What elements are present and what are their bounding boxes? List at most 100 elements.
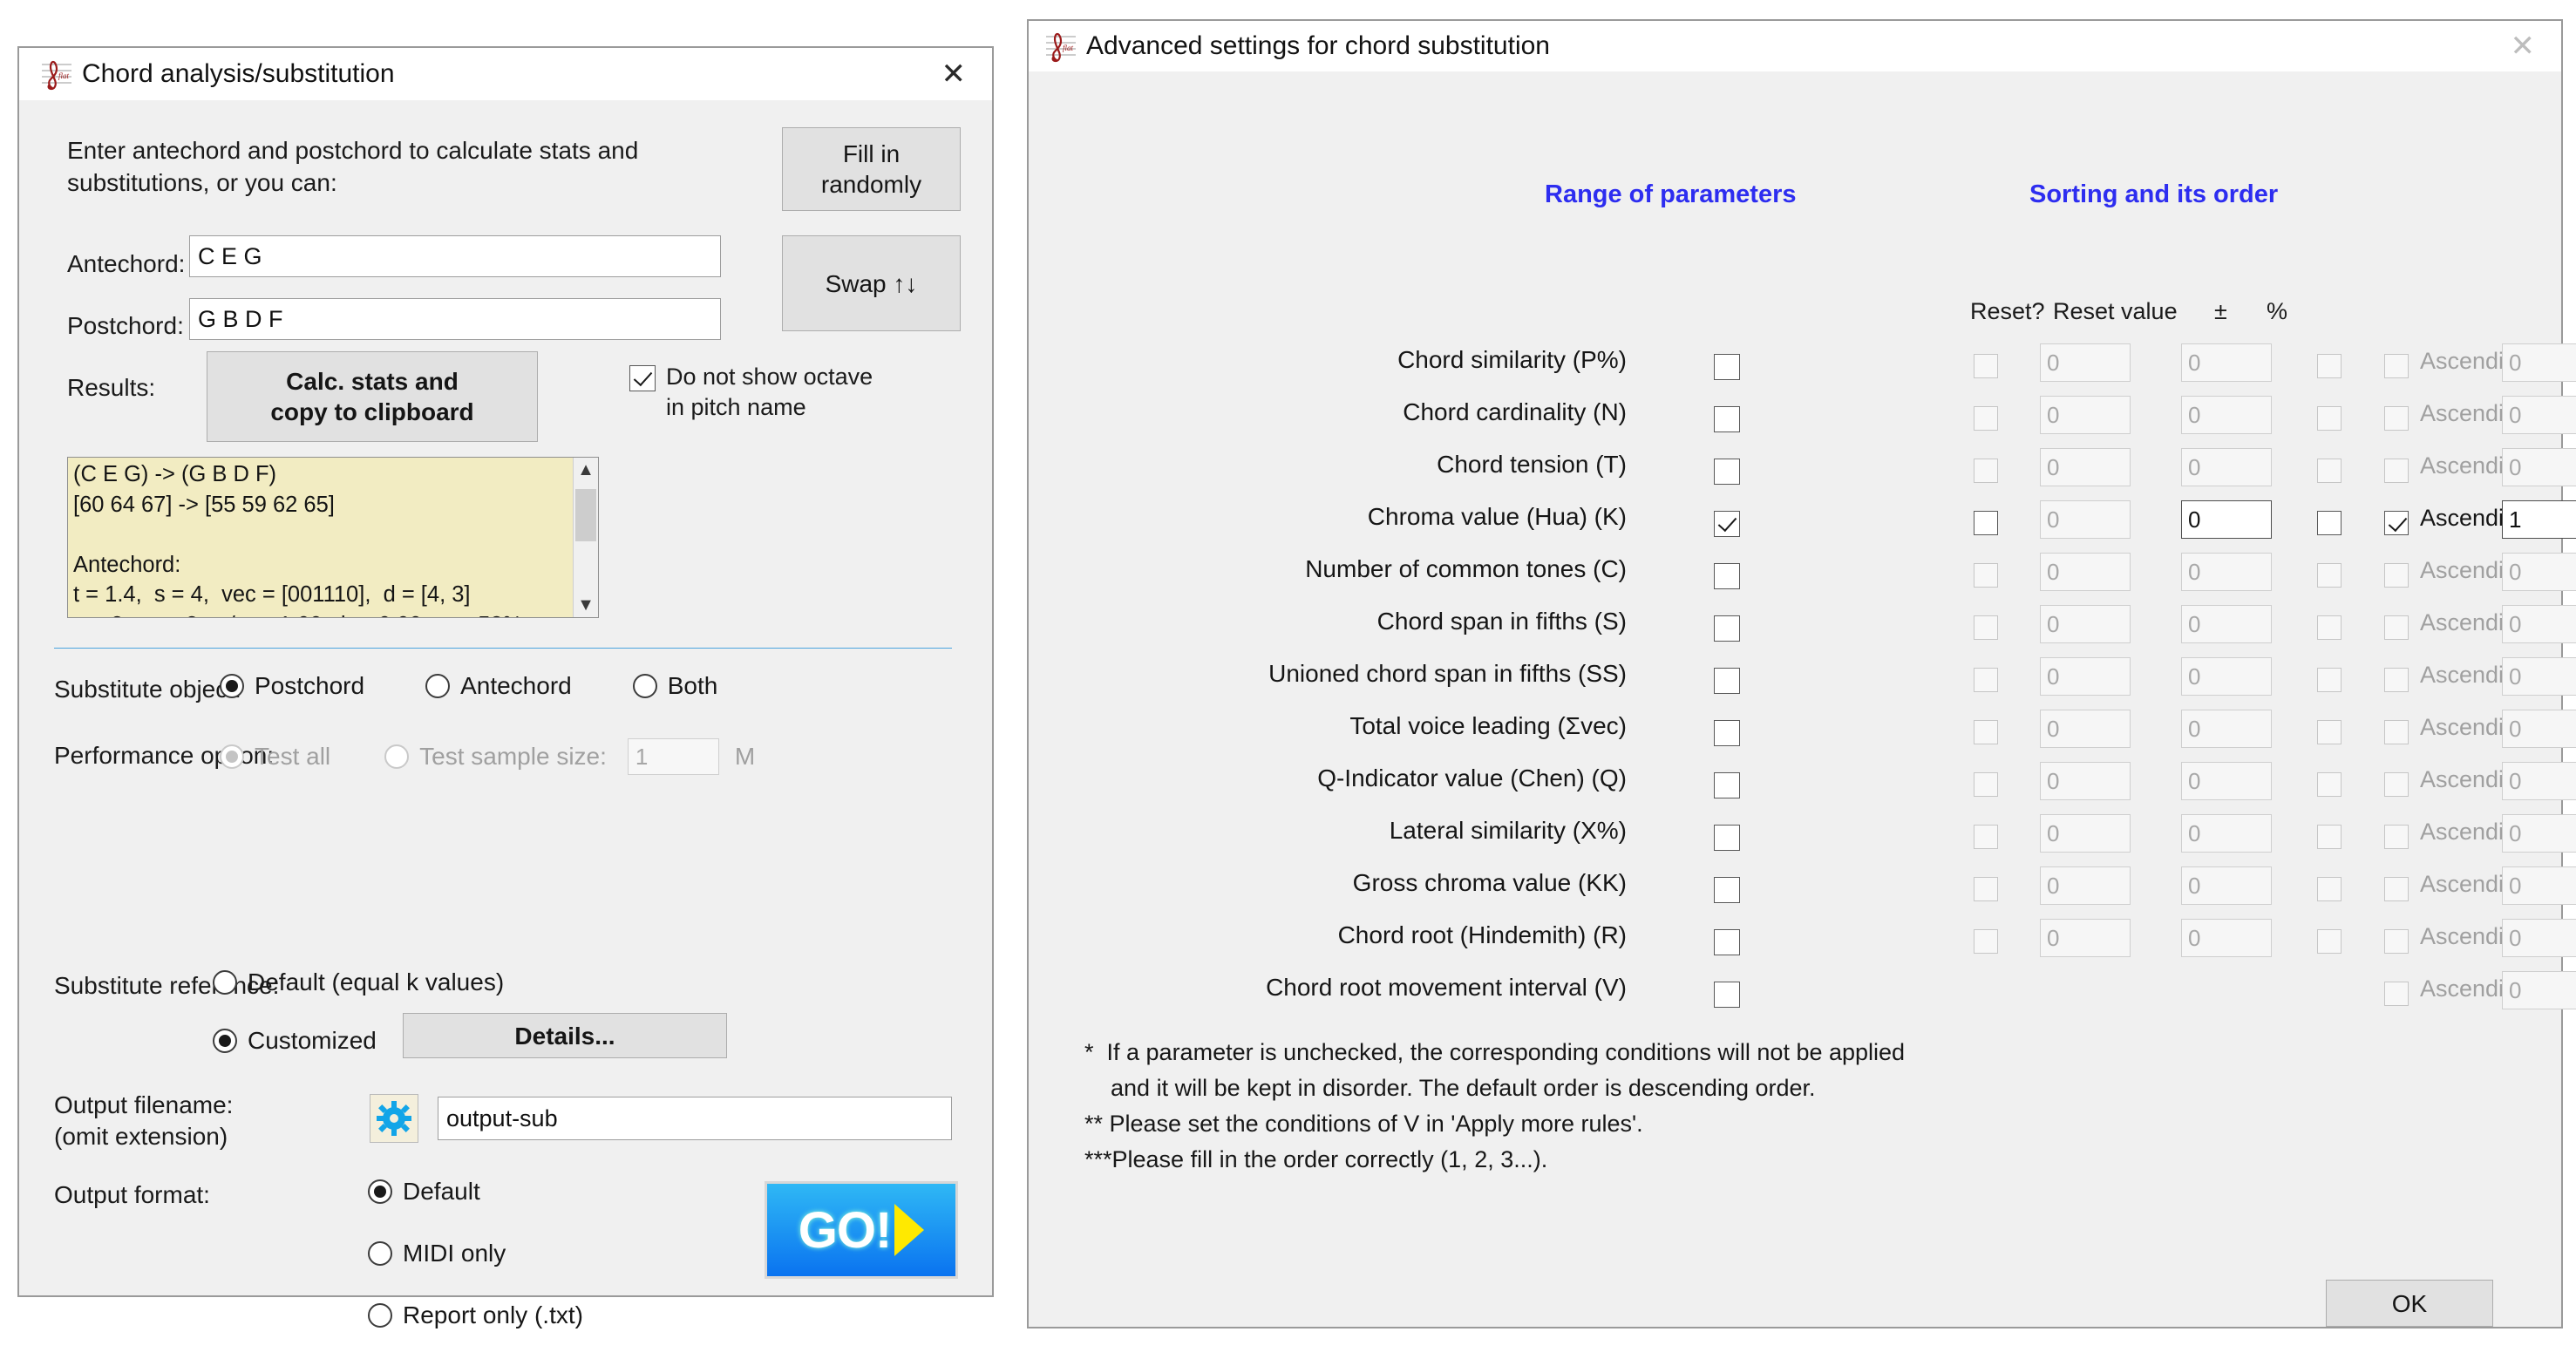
percent-checkbox[interactable]	[2317, 825, 2342, 849]
plus-minus-input[interactable]: 0	[2181, 762, 2272, 800]
radio-test-sample-size[interactable]: Test sample size:	[384, 743, 607, 771]
parameter-enable-checkbox[interactable]	[1714, 825, 1740, 851]
radio-format-midi-only[interactable]: MIDI only	[368, 1240, 506, 1267]
close-icon[interactable]: ✕	[2497, 31, 2550, 61]
percent-checkbox[interactable]	[2317, 720, 2342, 744]
radio-circle[interactable]	[633, 674, 657, 698]
order-input[interactable]: 0	[2502, 343, 2576, 382]
order-input[interactable]: 0	[2502, 762, 2576, 800]
results-textarea[interactable]: (C E G) -> (G B D F) [60 64 67] -> [55 5…	[67, 457, 599, 618]
ascending-checkbox[interactable]	[2384, 929, 2409, 954]
reset-checkbox[interactable]	[1974, 459, 1998, 483]
order-input[interactable]: 0	[2502, 553, 2576, 591]
radio-postchord[interactable]: Postchord	[220, 672, 364, 700]
close-icon[interactable]: ✕	[928, 59, 981, 89]
reset-checkbox[interactable]	[1974, 772, 1998, 797]
parameter-enable-checkbox[interactable]	[1714, 877, 1740, 903]
radio-circle[interactable]	[368, 1303, 392, 1328]
gear-icon[interactable]	[370, 1094, 418, 1143]
ascending-checkbox[interactable]	[2384, 563, 2409, 588]
swap-button[interactable]: Swap ↑↓	[782, 235, 961, 331]
plus-minus-input[interactable]: 0	[2181, 553, 2272, 591]
percent-checkbox[interactable]	[2317, 511, 2342, 535]
parameter-enable-checkbox[interactable]	[1714, 720, 1740, 746]
checkbox-box[interactable]	[629, 365, 656, 391]
parameter-enable-checkbox[interactable]	[1714, 615, 1740, 642]
reset-checkbox[interactable]	[1974, 668, 1998, 692]
parameter-enable-checkbox[interactable]	[1714, 668, 1740, 694]
ascending-checkbox[interactable]	[2384, 354, 2409, 378]
details-button[interactable]: Details...	[403, 1013, 727, 1058]
reset-checkbox[interactable]	[1974, 877, 1998, 901]
ascending-checkbox[interactable]	[2384, 459, 2409, 483]
plus-minus-input[interactable]: 0	[2181, 919, 2272, 957]
ok-button[interactable]: OK	[2326, 1280, 2493, 1327]
parameter-enable-checkbox[interactable]	[1714, 929, 1740, 955]
reset-checkbox[interactable]	[1974, 354, 1998, 378]
scroll-down-icon[interactable]: ▼	[574, 593, 598, 617]
reset-value-input[interactable]: 0	[2040, 396, 2131, 434]
calc-stats-copy-button[interactable]: Calc. stats and copy to clipboard	[207, 351, 538, 442]
reset-value-input[interactable]: 0	[2040, 919, 2131, 957]
postchord-input[interactable]: G B D F	[189, 298, 721, 340]
percent-checkbox[interactable]	[2317, 459, 2342, 483]
reset-value-input[interactable]: 0	[2040, 500, 2131, 539]
ascending-checkbox[interactable]	[2384, 772, 2409, 797]
plus-minus-input[interactable]: 0	[2181, 710, 2272, 748]
parameter-enable-checkbox[interactable]	[1714, 511, 1740, 537]
sample-size-input[interactable]: 1	[628, 738, 719, 775]
parameter-enable-checkbox[interactable]	[1714, 354, 1740, 380]
ascending-checkbox[interactable]	[2384, 825, 2409, 849]
reset-value-input[interactable]: 0	[2040, 866, 2131, 905]
percent-checkbox[interactable]	[2317, 406, 2342, 431]
reset-value-input[interactable]: 0	[2040, 605, 2131, 643]
ascending-checkbox[interactable]	[2384, 877, 2409, 901]
radio-circle[interactable]	[220, 674, 244, 698]
radio-circle[interactable]	[213, 1029, 237, 1053]
output-filename-input[interactable]: output-sub	[438, 1097, 952, 1140]
order-input[interactable]: 0	[2502, 396, 2576, 434]
reset-checkbox[interactable]	[1974, 615, 1998, 640]
ascending-checkbox[interactable]	[2384, 720, 2409, 744]
reset-checkbox[interactable]	[1974, 825, 1998, 849]
ascending-checkbox[interactable]	[2384, 982, 2409, 1006]
radio-format-report-only[interactable]: Report only (.txt)	[368, 1301, 583, 1329]
percent-checkbox[interactable]	[2317, 354, 2342, 378]
reset-value-input[interactable]: 0	[2040, 343, 2131, 382]
radio-circle[interactable]	[368, 1241, 392, 1266]
plus-minus-input[interactable]: 0	[2181, 500, 2272, 539]
plus-minus-input[interactable]: 0	[2181, 605, 2272, 643]
order-input[interactable]: 0	[2502, 448, 2576, 486]
reset-checkbox[interactable]	[1974, 406, 1998, 431]
reset-value-input[interactable]: 0	[2040, 814, 2131, 853]
reset-value-input[interactable]: 0	[2040, 710, 2131, 748]
radio-customized[interactable]: Customized	[213, 1027, 377, 1055]
radio-circle[interactable]	[220, 744, 244, 769]
ascending-checkbox[interactable]	[2384, 511, 2409, 535]
radio-default-equal-k[interactable]: Default (equal k values)	[213, 968, 504, 996]
reset-checkbox[interactable]	[1974, 511, 1998, 535]
radio-circle[interactable]	[384, 744, 409, 769]
radio-circle[interactable]	[425, 674, 450, 698]
reset-value-input[interactable]: 0	[2040, 762, 2131, 800]
order-input[interactable]: 0	[2502, 919, 2576, 957]
parameter-enable-checkbox[interactable]	[1714, 772, 1740, 798]
percent-checkbox[interactable]	[2317, 929, 2342, 954]
radio-circle[interactable]	[213, 970, 237, 995]
reset-value-input[interactable]: 0	[2040, 448, 2131, 486]
order-input[interactable]: 0	[2502, 866, 2576, 905]
order-input[interactable]: 1	[2502, 500, 2576, 539]
order-input[interactable]: 0	[2502, 971, 2576, 1009]
plus-minus-input[interactable]: 0	[2181, 866, 2272, 905]
radio-antechord[interactable]: Antechord	[425, 672, 572, 700]
plus-minus-input[interactable]: 0	[2181, 814, 2272, 853]
plus-minus-input[interactable]: 0	[2181, 657, 2272, 696]
radio-circle[interactable]	[368, 1179, 392, 1204]
scrollbar-thumb[interactable]	[575, 489, 596, 541]
radio-format-default[interactable]: Default	[368, 1178, 480, 1206]
percent-checkbox[interactable]	[2317, 563, 2342, 588]
reset-value-input[interactable]: 0	[2040, 657, 2131, 696]
parameter-enable-checkbox[interactable]	[1714, 406, 1740, 432]
go-button[interactable]: GO!	[765, 1181, 958, 1279]
percent-checkbox[interactable]	[2317, 668, 2342, 692]
